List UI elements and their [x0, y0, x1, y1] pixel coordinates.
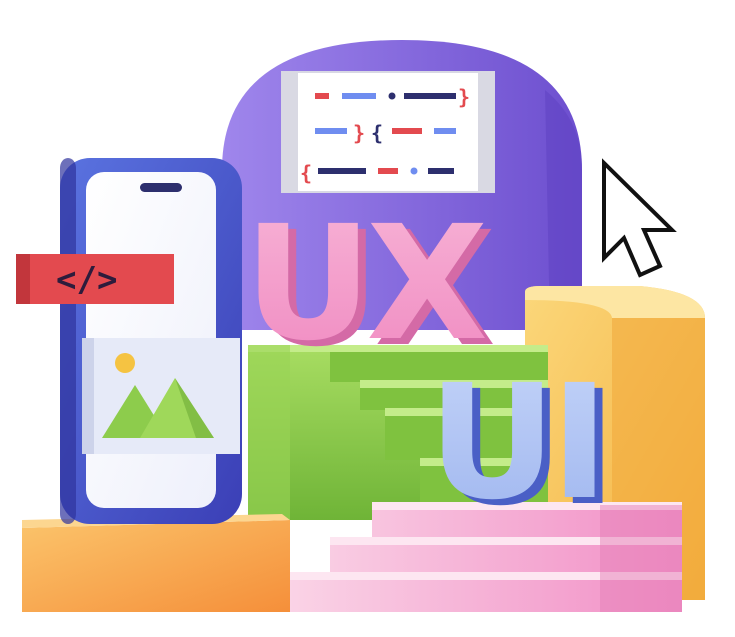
code-brace-open: {	[371, 121, 383, 145]
ui-text: UI	[428, 351, 603, 535]
code-tag-icon: </>	[56, 260, 117, 300]
code-panel: } } { {	[281, 71, 495, 193]
code-brace-close-2: }	[353, 121, 365, 145]
image-card	[82, 338, 240, 454]
code-brace-close: }	[458, 85, 470, 109]
code-brace-open-2: {	[300, 161, 312, 185]
arrow-cursor-icon	[602, 158, 677, 278]
ux-text: UX	[244, 192, 485, 376]
orange-block	[22, 514, 290, 612]
ux-ui-illustration: } } { { UX UX </> UI UI	[16, 40, 705, 612]
ui-headline: UI UI	[428, 351, 617, 541]
phone-notch	[140, 183, 182, 192]
code-tag-banner: </>	[16, 254, 174, 304]
